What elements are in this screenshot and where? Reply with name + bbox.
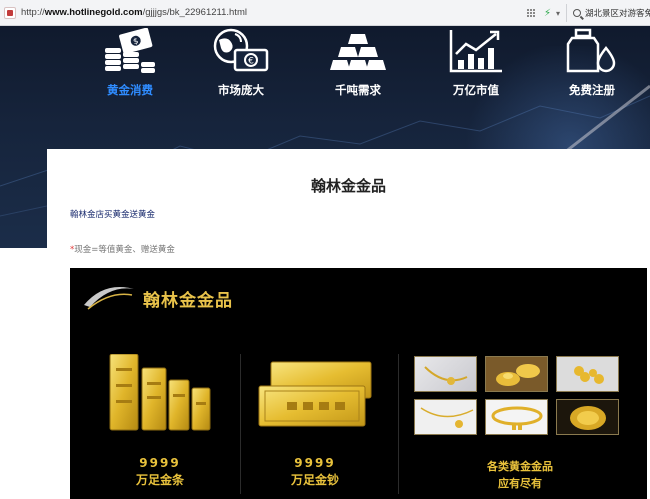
feature-label: 千吨需求 [335, 83, 381, 97]
browser-address-bar: http://www.hotlinegold.com/gjjjgs/bk_229… [0, 0, 650, 26]
feature-label: 万亿市值 [453, 83, 499, 97]
feature-market-size[interactable]: € 市场庞大 [191, 26, 291, 98]
column-divider [398, 354, 399, 494]
feature-gold-consumption[interactable]: $ 黄金消费 [80, 26, 180, 98]
jewelry-thumbnail [556, 399, 619, 435]
brand-swoosh-logo-icon [84, 287, 134, 310]
lightning-icon[interactable]: ⚡ [544, 8, 551, 19]
page-title: 翰林金金品 [310, 177, 386, 195]
article-note: *现金=等值黄金、赠送黄金 [70, 245, 175, 255]
search-input[interactable]: 湖北景区对游客免票 [566, 4, 650, 22]
feature-free-register[interactable]: 免费注册 [542, 26, 642, 98]
feature-ton-demand[interactable]: 千吨需求 [308, 26, 408, 98]
gold-note-product-image [258, 361, 372, 427]
globe-euro-icon: € [213, 28, 269, 72]
site-favicon-icon [4, 6, 16, 19]
gold-bar-product-image [109, 354, 211, 431]
url-field[interactable]: http://www.hotlinegold.com/gjjjgs/bk_229… [21, 7, 247, 18]
product-caption-bars: 9999 万足金条 [135, 456, 184, 487]
feature-trillion-value[interactable]: 万亿市值 [426, 26, 526, 98]
search-icon [573, 9, 581, 17]
chevron-down-icon[interactable]: ▾ [556, 9, 560, 18]
product-caption-notes: 9999 万足金钞 [290, 456, 339, 487]
apps-grid-icon[interactable] [527, 9, 536, 18]
feature-label: 黄金消费 [107, 83, 153, 97]
bottle-drop-icon [566, 28, 616, 73]
product-banner-image: 翰林金金品 9999 万足金条 9999 万足金钞 各类黄金金品 应有尽有 [70, 268, 647, 499]
jewelry-thumbnail [414, 356, 477, 392]
jewelry-thumbnail [414, 399, 477, 435]
jewelry-thumbnail [485, 399, 548, 435]
feature-label: 免费注册 [569, 83, 615, 97]
brand-name: 翰林金金品 [143, 291, 233, 311]
coins-money-icon: $ [105, 28, 155, 73]
jewelry-thumbnail [556, 356, 619, 392]
column-divider [240, 354, 241, 494]
article-link-text[interactable]: 翰林金店买黄金送黄金 [70, 208, 155, 220]
feature-label: 市场庞大 [218, 83, 264, 97]
jewelry-thumbnail [485, 356, 548, 392]
svg-text:€: € [248, 57, 254, 67]
gold-bars-icon [330, 34, 386, 70]
article-card: 翰林金金品 翰林金店买黄金送黄金 *现金=等值黄金、赠送黄金 翰林金金品 999… [47, 149, 650, 499]
growth-chart-icon [449, 30, 502, 73]
product-caption-jewelry: 各类黄金金品 应有尽有 [487, 460, 553, 490]
